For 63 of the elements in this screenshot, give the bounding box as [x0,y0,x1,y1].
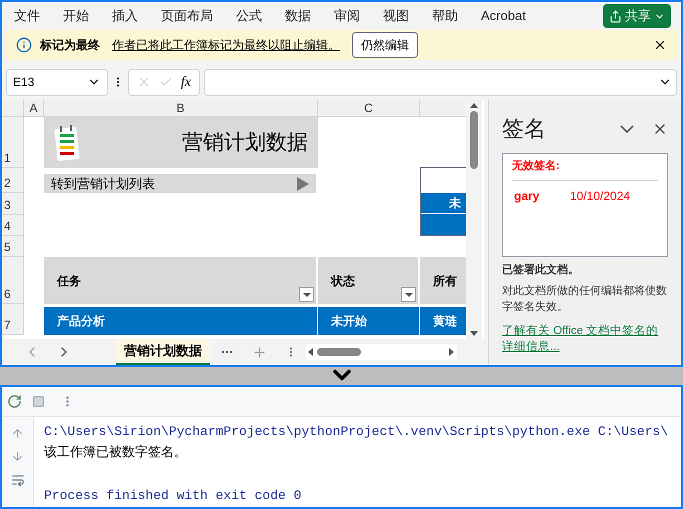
row-header[interactable]: 6 [2,257,24,304]
soft-wrap-icon [10,473,24,487]
ribbon-tab[interactable]: 文件 [14,6,40,26]
edit-anyway-button[interactable]: 仍然编辑 [352,32,418,58]
info-title: 标记为最终 [40,37,100,54]
warning-text: 对此文档所做的任何编辑都将使数字签名失效。 [502,284,668,314]
signer-name[interactable]: gary [514,186,570,204]
up-arrow-icon [11,427,24,440]
column-header[interactable]: A [24,100,44,117]
learn-more-link[interactable]: 了解有关 Office 文档中签名的详细信息... [502,322,668,354]
stop-icon [32,395,45,408]
pane-title: 签名 [502,115,546,143]
table-header: 任务 [44,257,318,304]
console-line: C:\Users\Sirion\PycharmProjects\pythonProject\.venv\Scripts\python.exe C:\Users\ [44,423,670,441]
ribbon-tab[interactable]: 审阅 [334,6,360,26]
ribbon-tab[interactable]: 帮助 [432,6,458,26]
table-cell: 未开始 [318,307,420,335]
rerun-icon [7,394,22,409]
ribbon-tab[interactable]: Acrobat [481,6,526,26]
horizontal-scrollbar[interactable] [305,344,457,360]
invalid-signature-label: 无效签名: [512,158,658,180]
formula-input[interactable] [204,68,677,96]
sheet-title: 营销计划数据 [182,130,308,156]
signature-date: 10/10/2024 [570,188,630,204]
sheet-tab[interactable]: 营销计划数据 [116,339,210,365]
ribbon-tab[interactable]: 视图 [383,6,409,26]
ribbon-tab[interactable]: 数据 [285,6,311,26]
function-icon: fx [180,72,191,92]
column-header[interactable]: B [44,100,318,117]
info-message[interactable]: 作者已将此工作簿标记为最终以阻止编辑。 [112,36,340,54]
table-cell: 黄琏 [420,307,466,335]
signed-note: 已签署此文档。 [502,262,580,278]
table-cell: 产品分析 [44,307,318,335]
table-header: 状态 [318,257,420,304]
info-icon [16,37,32,53]
down-arrow-icon [11,450,24,463]
row-header[interactable]: 1 [2,117,24,168]
row-header[interactable]: 2 [2,168,24,193]
summary-row: 未 [421,193,466,214]
share-button[interactable]: 共享 [603,4,671,28]
list-link-bar[interactable]: 转到营销计划列表 [44,174,316,193]
row-header[interactable]: 4 [2,215,24,236]
ribbon-tab[interactable]: 页面布局 [161,6,213,26]
share-icon [609,10,622,22]
console-line: Process finished with exit code 0 [44,487,302,505]
close-icon [653,38,667,52]
column-header[interactable]: C [318,100,420,117]
play-icon [297,176,309,190]
row-header[interactable]: 7 [2,304,24,335]
name-box[interactable]: E13 [6,68,108,96]
filter-dropdown-button[interactable] [299,287,314,302]
table-header: 所有 [420,257,466,304]
filter-dropdown-button[interactable] [401,287,416,302]
console-line: 该工作簿已被数字签名。 [44,444,188,462]
summary-row [421,214,466,235]
checklist-icon [54,124,80,162]
ribbon-tab[interactable]: 公式 [236,6,262,26]
ribbon-tab[interactable]: 插入 [112,6,138,26]
caret-icon [620,124,634,132]
row-header[interactable]: 3 [2,193,24,215]
row-header[interactable]: 5 [2,236,24,257]
add-sheet-icon [252,344,267,360]
ribbon-tab[interactable]: 开始 [63,6,89,26]
